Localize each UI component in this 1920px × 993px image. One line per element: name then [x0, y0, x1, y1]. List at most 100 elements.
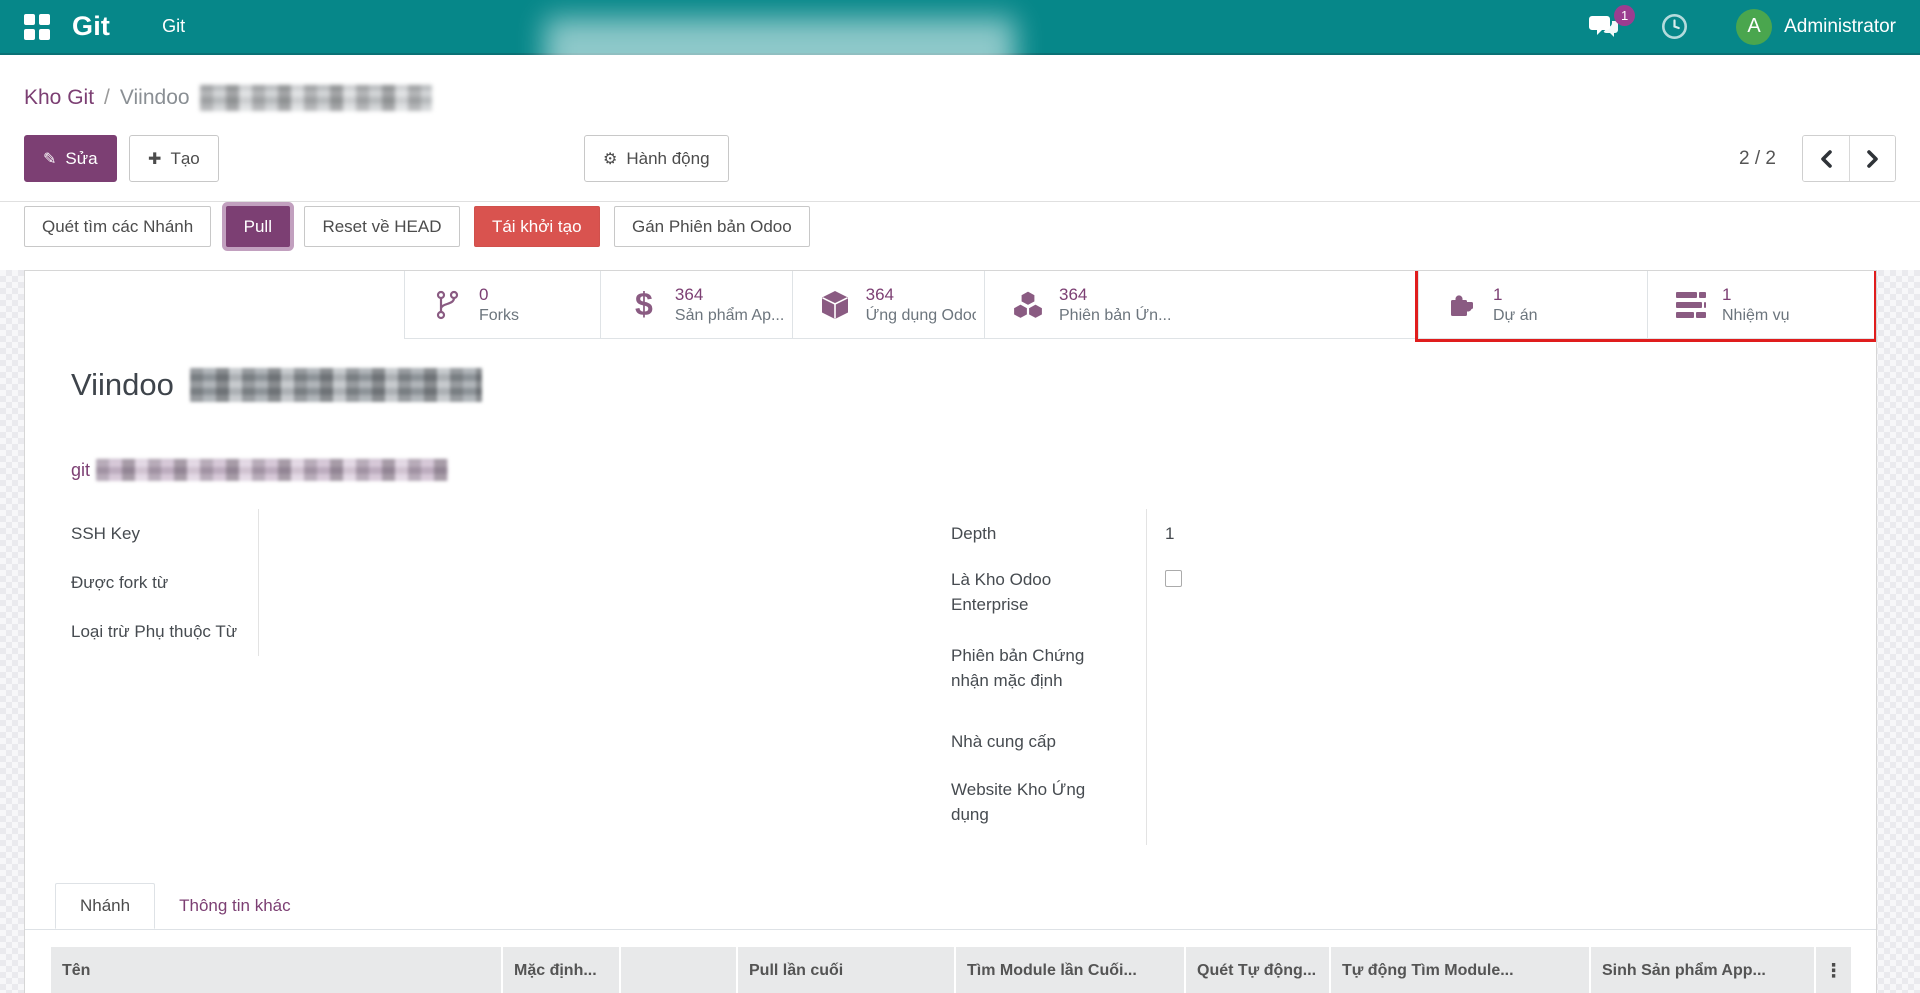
field-label: Loại trừ Phụ thuộc Từ: [71, 607, 258, 656]
pager-buttons: [1802, 135, 1896, 182]
stat-button-odoo-apps[interactable]: 364 Ứng dụng Odoo: [792, 271, 984, 338]
create-button[interactable]: ✚ Tạo: [129, 135, 219, 182]
field-row-forked-from: Được fork từ: [71, 558, 931, 607]
stat-value: 364: [675, 284, 784, 305]
pencil-icon: ✎: [43, 149, 56, 169]
pager-value: 2 / 2: [1739, 148, 1776, 170]
stat-button-app-versions[interactable]: 364 Phiên bản Ứn...: [984, 271, 1418, 338]
column-header-default[interactable]: Mặc định...: [503, 947, 621, 993]
column-header-empty[interactable]: [621, 947, 738, 993]
stat-value: 364: [1059, 284, 1171, 305]
git-url-prefix: git: [71, 460, 90, 481]
pull-label: Pull: [244, 217, 272, 237]
stat-value: 1: [1722, 284, 1790, 305]
field-value-depth[interactable]: 1: [1146, 509, 1507, 555]
vertical-ellipsis-icon: ⋮: [1824, 960, 1843, 983]
dollar-icon: $: [627, 286, 661, 323]
field-row-vendor: Nhà cung cấp: [951, 717, 1507, 765]
action-menu-button[interactable]: ⚙ Hành động: [584, 135, 729, 182]
scan-branches-button[interactable]: Quét tìm các Nhánh: [24, 206, 211, 247]
stat-label: Nhiệm vụ: [1722, 305, 1790, 326]
puzzle-icon: [1445, 290, 1479, 320]
field-value-exclude-dependency[interactable]: [258, 607, 931, 656]
stat-button-box: 0 Forks $ 364 Sản phẩm Ap...: [404, 271, 1877, 339]
column-header-last-pull[interactable]: Pull lần cuối: [738, 947, 956, 993]
pager-next-button[interactable]: [1849, 136, 1895, 181]
column-header-generate-app-product[interactable]: Sinh Sản phẩm App...: [1591, 947, 1816, 993]
field-value-ssh-key[interactable]: [258, 509, 931, 558]
reset-head-button[interactable]: Reset về HEAD: [304, 206, 459, 247]
field-group-right: Depth 1 Là Kho Odoo Enterprise Phiên bản…: [951, 509, 1507, 845]
reinitialize-button[interactable]: Tái khởi tạo: [474, 206, 600, 247]
field-row-enterprise: Là Kho Odoo Enterprise: [951, 555, 1507, 631]
record-title: Viindoo: [71, 367, 174, 403]
tab-other-info[interactable]: Thông tin khác: [155, 883, 315, 929]
activities-button[interactable]: [1661, 13, 1688, 40]
navbar-right: 1 A Administrator: [1547, 9, 1900, 45]
edit-button[interactable]: ✎ Sửa: [24, 135, 117, 182]
stat-label: Ứng dụng Odoo: [866, 305, 976, 326]
assign-odoo-version-button[interactable]: Gán Phiên bản Odoo: [614, 206, 810, 247]
reinitialize-label: Tái khởi tạo: [492, 217, 582, 237]
redacted-git-url: [96, 459, 448, 481]
field-label: Là Kho Odoo Enterprise: [951, 555, 1146, 631]
pager: 2 / 2: [1739, 135, 1896, 182]
apps-grid-icon[interactable]: [24, 14, 50, 40]
create-button-label: Tạo: [170, 149, 199, 169]
stat-button-projects[interactable]: 1 Dự án: [1418, 271, 1647, 338]
user-avatar[interactable]: A: [1736, 9, 1772, 45]
form-view-background: 0 Forks $ 364 Sản phẩm Ap...: [0, 270, 1920, 993]
git-url-row[interactable]: git: [71, 459, 448, 481]
enterprise-checkbox[interactable]: [1165, 570, 1182, 587]
messages-badge: 1: [1614, 5, 1635, 26]
stat-button-tasks[interactable]: 1 Nhiệm vụ: [1647, 271, 1877, 338]
breadcrumb: Kho Git / Viindoo: [24, 85, 432, 111]
field-value-vendor[interactable]: [1146, 717, 1507, 765]
field-label: Được fork từ: [71, 558, 258, 607]
stat-label: Dự án: [1493, 305, 1538, 326]
messages-button[interactable]: 1: [1589, 14, 1619, 40]
optional-columns-toggle[interactable]: ⋮: [1816, 947, 1851, 993]
pull-button[interactable]: Pull: [226, 206, 290, 247]
nav-menu-git[interactable]: Git: [162, 16, 185, 37]
chevron-right-icon: [1866, 150, 1880, 168]
redacted-record-title: [190, 368, 482, 402]
column-header-auto-find-module[interactable]: Tự động Tìm Module...: [1331, 947, 1591, 993]
field-groups: SSH Key Được fork từ Loại trừ Phụ thuộc …: [71, 509, 1507, 845]
column-header-last-module-find[interactable]: Tìm Module lần Cuối...: [956, 947, 1186, 993]
control-buttons-row: ✎ Sửa ✚ Tạo ⚙ Hành động 2 / 2: [24, 135, 1896, 182]
user-name[interactable]: Administrator: [1784, 16, 1896, 38]
field-value-default-cert-version[interactable]: [1146, 631, 1507, 717]
control-panel: Kho Git / Viindoo ✎ Sửa ✚ Tạo ⚙ Hành độn…: [0, 55, 1920, 202]
stat-label: Forks: [479, 305, 519, 326]
field-label: Website Kho Ứng dụng: [951, 765, 1146, 845]
breadcrumb-separator: /: [104, 86, 110, 110]
tab-branches[interactable]: Nhánh: [55, 883, 155, 929]
breadcrumb-parent-link[interactable]: Kho Git: [24, 86, 94, 110]
field-label: SSH Key: [71, 509, 258, 558]
field-row-depth: Depth 1: [951, 509, 1507, 555]
tasks-icon: [1674, 292, 1708, 318]
field-label: Nhà cung cấp: [951, 717, 1146, 765]
pager-previous-button[interactable]: [1803, 136, 1849, 181]
field-row-exclude-dependency: Loại trừ Phụ thuộc Từ: [71, 607, 931, 656]
field-value-apps-website[interactable]: [1146, 765, 1507, 845]
reset-head-label: Reset về HEAD: [322, 217, 441, 237]
column-header-auto-scan[interactable]: Quét Tự động...: [1186, 947, 1331, 993]
stat-button-forks[interactable]: 0 Forks: [404, 271, 600, 338]
field-value-forked-from[interactable]: [258, 558, 931, 607]
stat-label: Sản phẩm Ap...: [675, 305, 784, 326]
cubes-icon: [1011, 290, 1045, 320]
gear-icon: ⚙: [603, 149, 617, 169]
clock-icon: [1661, 13, 1688, 40]
stat-value: 1: [1493, 284, 1538, 305]
edit-button-label: Sửa: [65, 149, 97, 169]
field-row-default-cert-version: Phiên bản Chứng nhận mặc định: [951, 631, 1507, 717]
app-brand[interactable]: Git: [72, 11, 110, 42]
field-value-enterprise: [1146, 555, 1507, 631]
stat-button-app-products[interactable]: $ 364 Sản phẩm Ap...: [600, 271, 792, 338]
tabs-bar: Nhánh Thông tin khác: [25, 883, 1876, 930]
field-label: Depth: [951, 509, 1146, 555]
column-header-name[interactable]: Tên: [51, 947, 503, 993]
statusbar: Quét tìm các Nhánh Pull Reset về HEAD Tá…: [0, 202, 1920, 250]
